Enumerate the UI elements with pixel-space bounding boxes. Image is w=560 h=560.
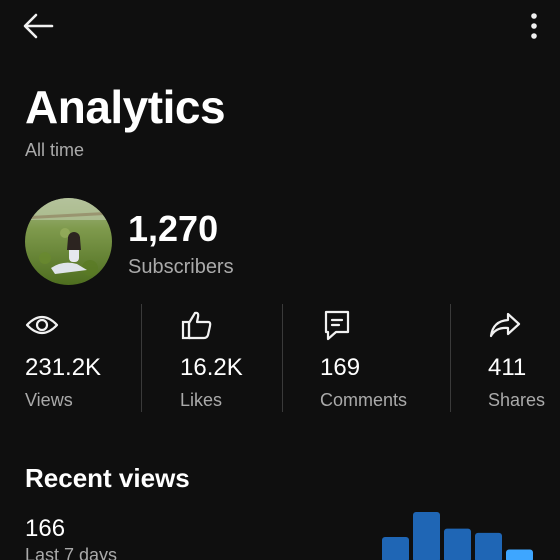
eye-icon [25,308,59,342]
stat-comments-value: 169 [320,354,361,381]
stat-views-label: Views [25,390,73,410]
top-bar [0,0,560,56]
stat-divider [450,304,451,412]
chart-bar [506,549,533,560]
stat-divider [282,304,283,412]
thumbs-up-icon [180,308,214,342]
stat-likes-value: 16.2K [180,354,243,381]
back-button[interactable] [22,8,64,44]
avatar-photo [25,198,112,285]
arrow-left-icon [23,13,54,39]
chart-bar [413,512,440,560]
more-vert-icon [531,13,537,39]
stat-likes-label: Likes [180,390,223,410]
recent-views-value: 166 [25,515,66,542]
stat-divider [141,304,142,412]
chart-bar [444,528,471,560]
share-icon [488,308,522,342]
recent-views-period: Last 7 days [25,545,118,560]
stats-row: 231.2K Views 16.2K Likes 169 Comments 41… [0,304,560,412]
comment-icon [320,308,354,342]
subscriber-label: Subscribers [128,256,234,278]
recent-views-title: Recent views [25,463,190,493]
stat-shares-label: Shares [488,390,546,410]
more-options-button[interactable] [522,8,546,44]
analytics-screen: Analytics All time 1,270 Subscribers 231… [0,0,560,560]
chart-bar [382,537,409,560]
subscriber-count: 1,270 [128,208,219,249]
chart-bar [475,532,502,560]
page-title: Analytics [25,81,226,133]
stat-views-value: 231.2K [25,354,102,381]
channel-avatar[interactable] [25,198,112,285]
stat-shares-value: 411 [488,354,527,381]
stat-comments-label: Comments [320,390,408,410]
page-subtitle: All time [25,140,85,160]
recent-views-chart[interactable] [380,500,560,560]
